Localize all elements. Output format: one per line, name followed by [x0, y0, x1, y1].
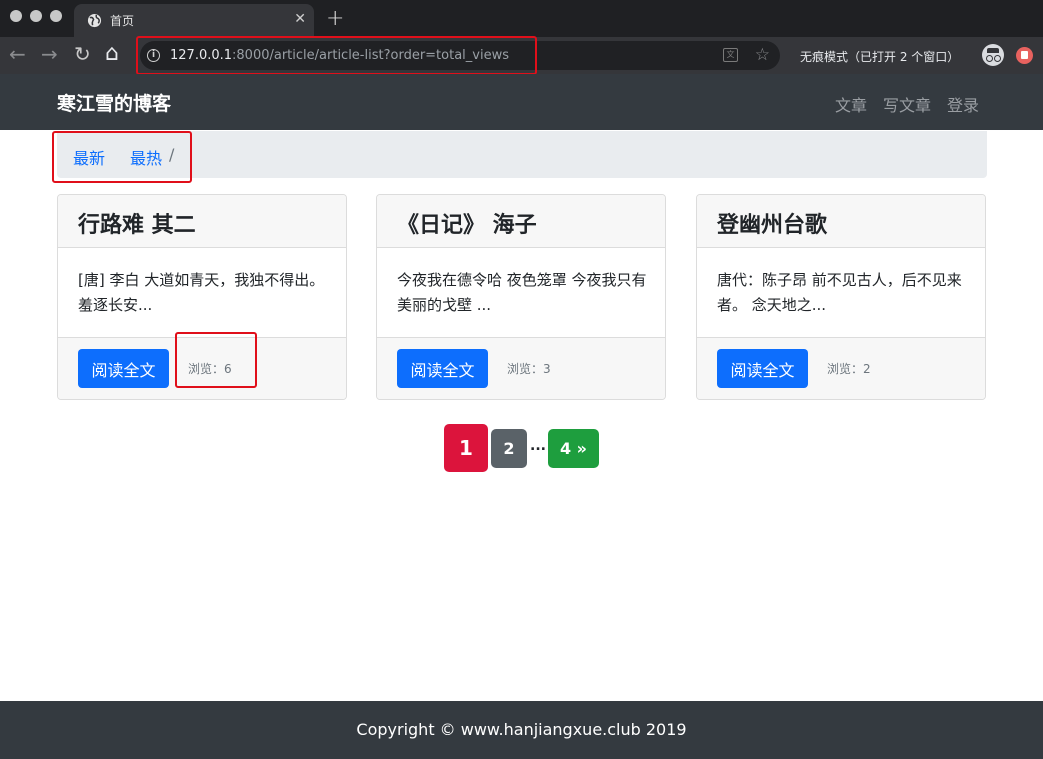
reload-icon[interactable]: ↻ — [74, 44, 91, 64]
read-full-button[interactable]: 阅读全文 — [397, 349, 488, 388]
site-info-icon[interactable]: i — [147, 49, 160, 62]
view-count: 浏览：6 — [188, 362, 232, 376]
globe-icon — [87, 13, 102, 28]
browser-tab[interactable]: 首页 ✕ — [74, 4, 314, 37]
site-footer: Copyright © www.hanjiangxue.club 2019 — [0, 701, 1043, 759]
site-navbar: 寒江雪的博客 文章 写文章 登录 — [0, 74, 1043, 130]
breadcrumb-hottest[interactable]: 最热 — [130, 145, 162, 169]
window-minimize-dot[interactable] — [30, 10, 42, 22]
article-title: 《日记》 海子 — [397, 213, 537, 238]
view-count: 浏览：3 — [507, 362, 551, 376]
card-header: 登幽州台歌 — [697, 195, 985, 248]
article-card: 登幽州台歌 唐代：陈子昂 前不见古人，后不见来者。 念天地之... 阅读全文 浏… — [696, 194, 986, 400]
read-full-button[interactable]: 阅读全文 — [717, 349, 808, 388]
site-brand[interactable]: 寒江雪的博客 — [57, 89, 171, 116]
article-card: 《日记》 海子 今夜我在德令哈 夜色笼罩 今夜我只有美丽的戈壁 ... 阅读全文… — [376, 194, 666, 400]
read-full-button[interactable]: 阅读全文 — [78, 349, 169, 388]
browser-tabstrip: 首页 ✕ + — [0, 0, 1043, 37]
card-footer: 阅读全文 浏览：3 — [377, 337, 665, 399]
nav-link-login[interactable]: 登录 — [947, 92, 979, 116]
page-button-current[interactable]: 1 — [444, 424, 488, 472]
back-icon[interactable]: ← — [9, 44, 26, 64]
page-button-next[interactable]: 2 — [491, 429, 527, 468]
breadcrumb-separator: / — [169, 145, 175, 164]
card-header: 行路难 其二 — [58, 195, 346, 248]
forward-icon[interactable]: → — [41, 44, 58, 64]
url-host: 127.0.0.1 — [170, 48, 233, 63]
card-header: 《日记》 海子 — [377, 195, 665, 248]
breadcrumb-latest[interactable]: 最新 — [73, 145, 105, 169]
address-bar[interactable]: i 127.0.0.1:8000/article/article-list?or… — [140, 41, 780, 70]
tab-title: 首页 — [110, 14, 135, 28]
bookmark-star-icon[interactable]: ☆ — [755, 45, 770, 65]
new-tab-button[interactable]: + — [326, 6, 344, 31]
nav-link-write-article[interactable]: 写文章 — [883, 92, 931, 116]
translate-icon[interactable]: 文 — [723, 48, 738, 62]
page-ellipsis: ... — [530, 438, 546, 454]
browser-toolbar: ← → ↻ ⌂ i 127.0.0.1:8000/article/article… — [0, 37, 1043, 74]
card-footer: 阅读全文 浏览：2 — [697, 337, 985, 399]
window-close-dot[interactable] — [10, 10, 22, 22]
card-footer: 阅读全文 浏览：6 — [58, 337, 346, 399]
article-title: 行路难 其二 — [78, 213, 196, 238]
article-excerpt: 唐代：陈子昂 前不见古人，后不见来者。 念天地之... — [717, 271, 962, 314]
article-card: 行路难 其二 [唐] 李白 大道如青天，我独不得出。 羞逐长安... 阅读全文 … — [57, 194, 347, 400]
article-excerpt: [唐] 李白 大道如青天，我独不得出。 羞逐长安... — [78, 271, 325, 314]
extension-icon[interactable] — [1016, 47, 1033, 64]
copyright-text: Copyright © www.hanjiangxue.club 2019 — [356, 720, 687, 739]
article-excerpt: 今夜我在德令哈 夜色笼罩 今夜我只有美丽的戈壁 ... — [397, 271, 647, 314]
article-title: 登幽州台歌 — [717, 213, 828, 238]
incognito-icon[interactable] — [982, 44, 1004, 66]
page-button-last[interactable]: 4 » — [548, 429, 599, 468]
incognito-label[interactable]: 无痕模式（已打开 2 个窗口） — [800, 48, 959, 65]
nav-link-articles[interactable]: 文章 — [835, 92, 867, 116]
url-text[interactable]: 127.0.0.1:8000/article/article-list?orde… — [170, 48, 509, 63]
url-path: :8000/article/article-list?order=total_v… — [232, 48, 509, 63]
tab-close-icon[interactable]: ✕ — [294, 11, 306, 27]
view-count: 浏览：2 — [827, 362, 871, 376]
home-icon[interactable]: ⌂ — [105, 43, 119, 65]
breadcrumb: 最新 / 最热 — [57, 131, 987, 178]
window-zoom-dot[interactable] — [50, 10, 62, 22]
